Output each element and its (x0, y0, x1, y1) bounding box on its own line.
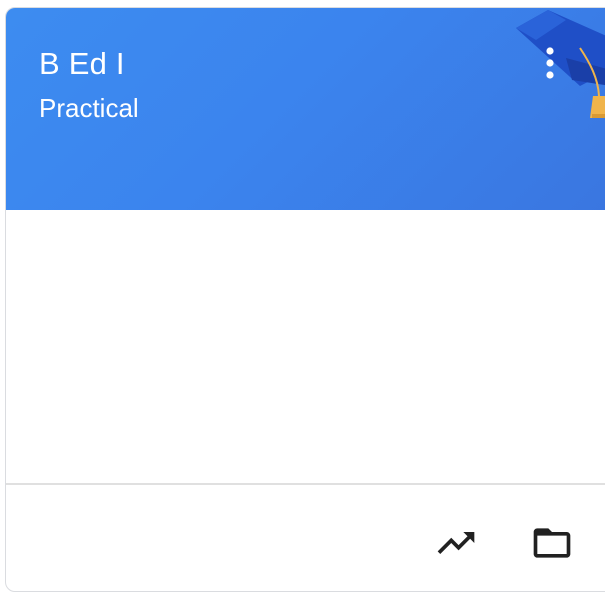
card-body (6, 210, 605, 484)
trending-up-icon (437, 532, 475, 554)
more-options-button[interactable] (530, 44, 570, 84)
card-footer (6, 485, 605, 591)
open-drive-folder-button[interactable] (528, 519, 576, 567)
class-card[interactable]: B Ed I Practical (5, 7, 605, 592)
folder-icon (533, 528, 571, 558)
more-vert-icon (546, 47, 554, 79)
class-title[interactable]: B Ed I (39, 46, 125, 82)
card-header[interactable]: B Ed I Practical (6, 8, 605, 210)
class-section: Practical (39, 93, 139, 123)
open-gradebook-button[interactable] (432, 519, 480, 567)
